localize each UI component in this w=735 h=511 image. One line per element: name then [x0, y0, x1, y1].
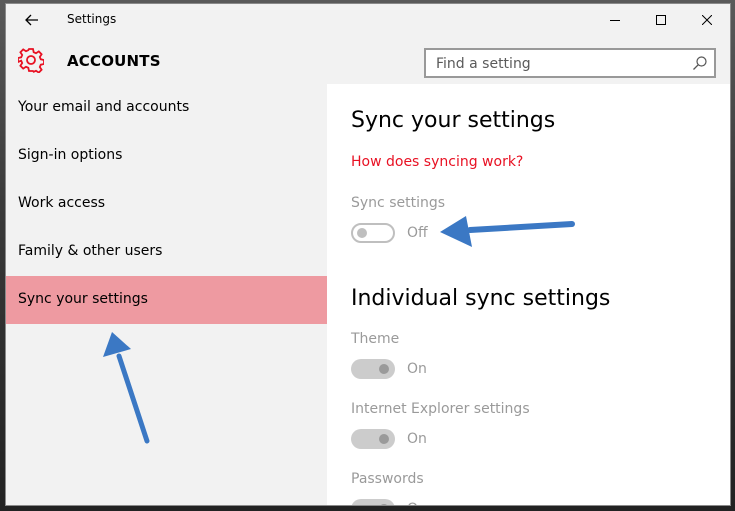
toggle-knob	[379, 434, 389, 444]
passwords-toggle[interactable]	[351, 499, 395, 505]
title-bar: Settings	[6, 4, 730, 36]
theme-label: Theme	[351, 331, 400, 347]
gear-icon	[18, 48, 44, 73]
help-link[interactable]: How does syncing work?	[351, 154, 523, 170]
sidebar-item-label: Sync your settings	[18, 291, 148, 307]
ie-settings-label: Internet Explorer settings	[351, 401, 530, 417]
passwords-label: Passwords	[351, 471, 424, 487]
minimize-button[interactable]	[592, 4, 638, 36]
sidebar-item-label: Your email and accounts	[18, 99, 190, 115]
maximize-button[interactable]	[638, 4, 684, 36]
search-icon[interactable]	[692, 55, 708, 71]
individual-sync-title: Individual sync settings	[351, 286, 611, 311]
app-title: Settings	[67, 12, 117, 26]
sidebar-item-work-access[interactable]: Work access	[6, 180, 327, 228]
close-button[interactable]	[684, 4, 730, 36]
sidebar-item-label: Family & other users	[18, 243, 163, 259]
sidebar-item-label: Work access	[18, 195, 106, 211]
page-title: ACCOUNTS	[67, 52, 161, 70]
maximize-icon	[656, 15, 666, 25]
passwords-state: On	[407, 501, 427, 505]
settings-window: Settings ACCOUNTS Find a setting Your em…	[6, 4, 730, 505]
back-arrow-icon	[25, 14, 38, 26]
minimize-icon	[610, 20, 620, 21]
ie-settings-state: On	[407, 431, 427, 447]
sidebar-item-email-accounts[interactable]: Your email and accounts	[6, 84, 327, 132]
sync-settings-label: Sync settings	[351, 195, 446, 211]
ie-settings-toggle[interactable]	[351, 429, 395, 449]
page-header: ACCOUNTS	[6, 36, 730, 84]
toggle-knob	[357, 228, 367, 238]
sidebar: Your email and accounts Sign-in options …	[6, 84, 327, 505]
theme-toggle[interactable]	[351, 359, 395, 379]
search-input[interactable]	[434, 53, 690, 75]
back-button[interactable]	[14, 6, 50, 34]
section-title: Sync your settings	[351, 108, 556, 133]
close-icon	[702, 15, 712, 25]
sidebar-item-sign-in-options[interactable]: Sign-in options	[6, 132, 327, 180]
toggle-knob	[379, 504, 389, 505]
main-content: Sync your settings How does syncing work…	[327, 84, 730, 505]
sidebar-item-label: Sign-in options	[18, 147, 123, 163]
toggle-knob	[379, 364, 389, 374]
sync-settings-state: Off	[407, 225, 428, 241]
sidebar-item-family-users[interactable]: Family & other users	[6, 228, 327, 276]
search-box	[424, 48, 716, 78]
sidebar-item-sync-settings[interactable]: Sync your settings	[6, 276, 327, 324]
theme-state: On	[407, 361, 427, 377]
sync-settings-toggle[interactable]	[351, 223, 395, 243]
